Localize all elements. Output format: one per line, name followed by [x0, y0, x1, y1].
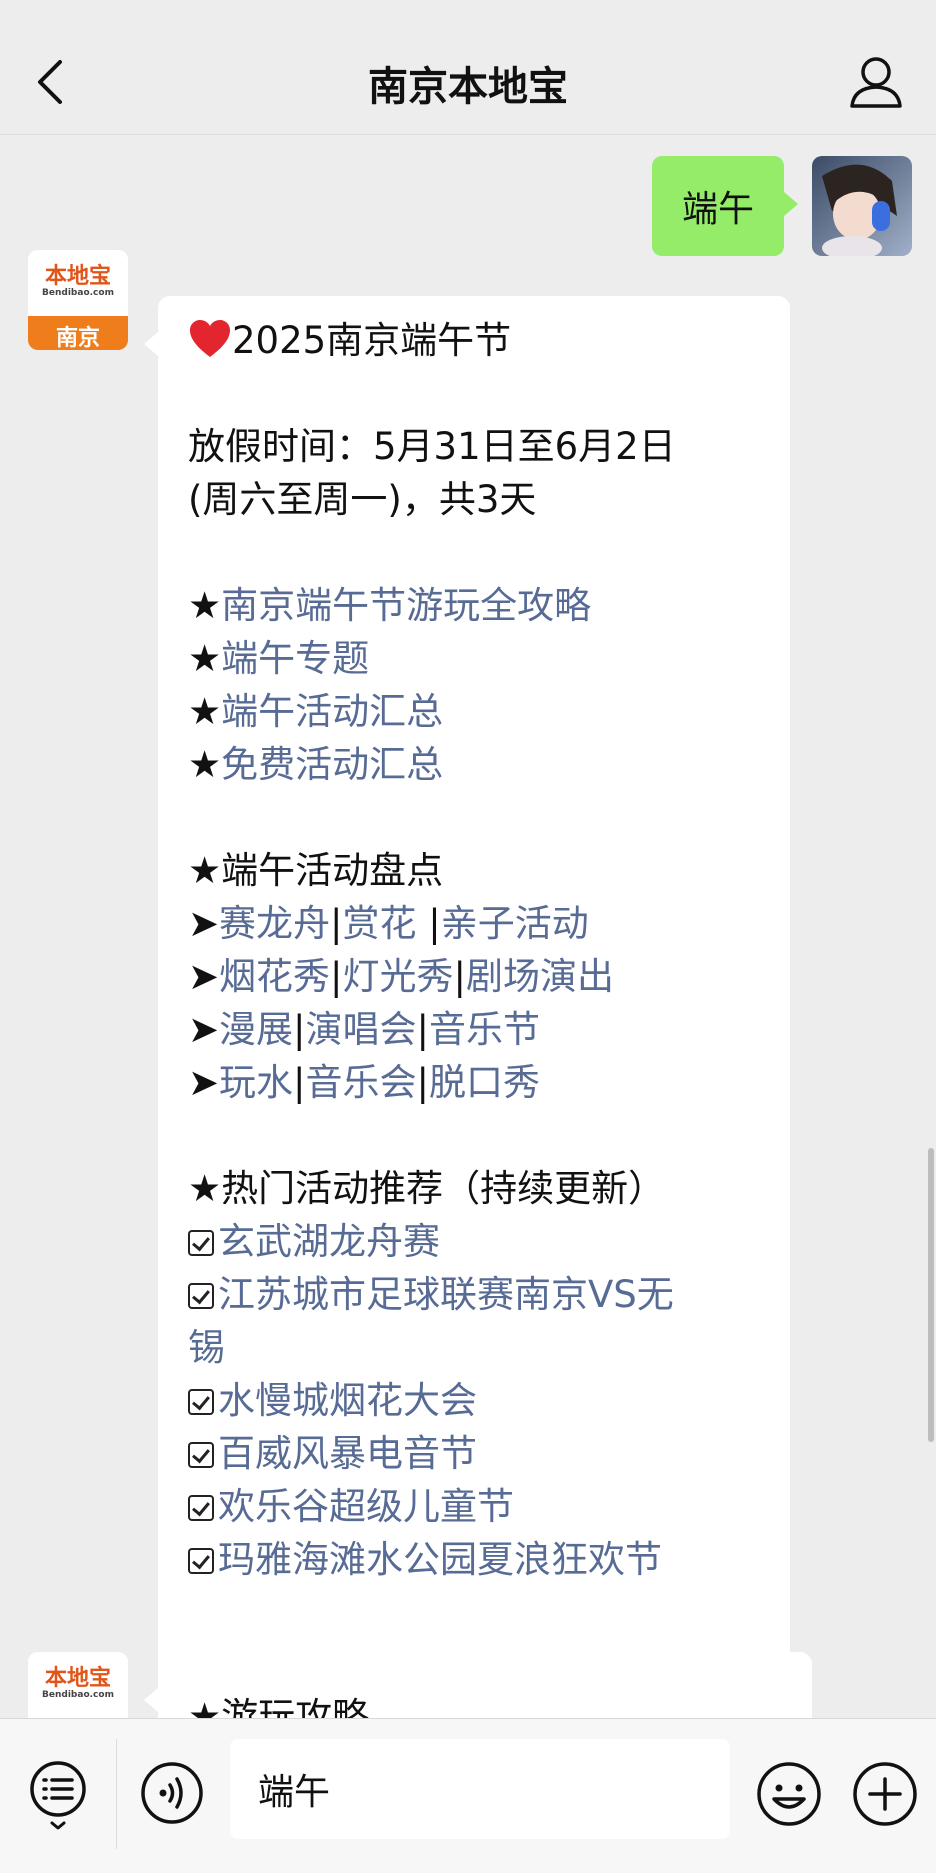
avatar-brand-text: 本地宝 [44, 1666, 111, 1691]
avatar-brand-text: 本地宝 [44, 264, 111, 289]
voice-button[interactable] [140, 1761, 204, 1825]
hot-item: 欢乐谷超级儿童节 [188, 1480, 764, 1533]
profile-button[interactable] [844, 50, 908, 114]
input-bar: 端午 [0, 1718, 936, 1873]
hot-item: 江苏城市足球联赛南京VS无 [188, 1268, 764, 1321]
activity-link[interactable]: 漫展 [219, 1008, 293, 1051]
avatar-city-text: 南京 [55, 326, 100, 350]
message-input-value: 端午 [258, 1772, 331, 1813]
checkbox-icon [188, 1389, 214, 1415]
plus-icon [853, 1762, 917, 1826]
activity-link[interactable]: 赏花 [342, 902, 428, 945]
star-icon: ★ [188, 1167, 222, 1210]
chat-scrollbar[interactable] [928, 1148, 934, 1442]
chat-area[interactable]: 端午 本地宝 Bendibao.com 南京 2025南京端午节 放假时间：5月… [0, 134, 936, 1718]
menu-button[interactable] [28, 1757, 88, 1831]
hot-item-wrap: 锡 [188, 1321, 764, 1374]
guide-item: ★端午专题 [188, 632, 764, 685]
arrow-icon: ➤ [188, 1008, 220, 1051]
hot-heading: 热门活动推荐（持续更新） [221, 1167, 666, 1210]
chat-header: 南京本地宝 [0, 0, 936, 135]
bot-message-bubble[interactable]: ★游玩攻略 [144, 1652, 812, 1718]
activity-link[interactable]: 音乐节 [429, 1008, 540, 1051]
hot-item: 百威风暴电音节 [188, 1427, 764, 1480]
activity-row: ➤漫展|演唱会|音乐节 [188, 1008, 540, 1051]
avatar-domain-text: Bendibao.com [42, 1690, 114, 1700]
message-title-line: 2025南京端午节 [188, 314, 764, 367]
activity-link[interactable]: 灯光秀 [342, 955, 453, 998]
guide-link[interactable]: 端午活动汇总 [221, 690, 443, 733]
checkbox-icon [188, 1442, 214, 1468]
message-title: 2025南京端午节 [232, 319, 512, 362]
activity-link[interactable]: 剧场演出 [466, 955, 614, 998]
bot-message-bubble[interactable]: 2025南京端午节 放假时间：5月31日至6月2日 (周六至周一)，共3天 ★南… [144, 296, 790, 1718]
guide-item: ★端午活动汇总 [188, 685, 764, 738]
message-title-line: ★游玩攻略 [188, 1690, 786, 1718]
activity-link[interactable]: 音乐会 [305, 1061, 416, 1104]
menu-icon [30, 1761, 86, 1830]
hot-item-link[interactable]: 百威风暴电音节 [218, 1432, 477, 1475]
guide-item: ★免费活动汇总 [188, 738, 764, 791]
hot-heading-line: ★热门活动推荐（持续更新） [188, 1162, 764, 1215]
hot-item: 水慢城烟花大会 [188, 1374, 764, 1427]
activity-link[interactable]: 烟花秀 [219, 955, 330, 998]
voice-icon [141, 1762, 203, 1824]
checkbox-icon [188, 1495, 214, 1521]
activity-link[interactable]: 演唱会 [305, 1008, 416, 1051]
holiday-line-2: (周六至周一)，共3天 [188, 478, 537, 521]
checkbox-icon [188, 1230, 214, 1256]
profile-icon [850, 57, 902, 108]
hot-item-link[interactable]: 玛雅海滩水公园夏浪狂欢节 [218, 1538, 662, 1581]
hot-item-link[interactable]: 水慢城烟花大会 [218, 1379, 477, 1422]
star-icon: ★ [188, 584, 222, 627]
message-input[interactable]: 端午 [230, 1739, 730, 1839]
guide-link[interactable]: 端午专题 [221, 637, 369, 680]
plus-button[interactable] [852, 1761, 918, 1827]
avatar-domain-text: Bendibao.com [42, 288, 114, 298]
checkbox-icon [188, 1548, 214, 1574]
activities-heading-line: ★端午活动盘点 [188, 844, 764, 897]
holiday-line-1: 放假时间：5月31日至6月2日 [188, 425, 676, 468]
checkbox-icon [188, 1283, 214, 1309]
hot-item-link[interactable]: 江苏城市足球联赛南京VS无 [218, 1273, 674, 1316]
arrow-icon: ➤ [188, 1061, 220, 1104]
emoji-button[interactable] [756, 1761, 822, 1827]
activity-row: ➤玩水|音乐会|脱口秀 [188, 1061, 540, 1104]
input-bar-divider [116, 1739, 117, 1849]
guide-link[interactable]: 免费活动汇总 [221, 743, 443, 786]
user-avatar[interactable] [812, 156, 912, 256]
hot-item-link[interactable]: 玄武湖龙舟赛 [218, 1220, 440, 1263]
guide-item: ★南京端午节游玩全攻略 [188, 579, 764, 632]
activities-heading: 端午活动盘点 [221, 849, 444, 892]
activity-row: ➤烟花秀|灯光秀|剧场演出 [188, 955, 614, 998]
hot-item-link[interactable]: 欢乐谷超级儿童节 [218, 1485, 514, 1528]
hot-item: 玄武湖龙舟赛 [188, 1215, 764, 1268]
activity-link[interactable]: 赛龙舟 [219, 902, 330, 945]
bendibao-avatar[interactable]: 本地宝 Bendibao.com 南京 [28, 250, 128, 350]
activity-link[interactable]: 脱口秀 [429, 1061, 540, 1104]
user-message-bubble[interactable]: 端午 [651, 156, 799, 256]
heart-icon [190, 320, 230, 357]
arrow-icon: ➤ [188, 902, 220, 945]
emoji-icon [757, 1762, 821, 1826]
activity-link[interactable]: 玩水 [219, 1061, 293, 1104]
bendibao-avatar[interactable]: 本地宝 Bendibao.com 南京 [28, 1652, 128, 1718]
star-icon: ★ [188, 637, 222, 680]
star-icon: ★ [188, 1695, 222, 1718]
guide-link[interactable]: 南京端午节游玩全攻略 [221, 584, 591, 627]
hot-item-link[interactable]: 锡 [188, 1326, 225, 1369]
hot-item: 玛雅海滩水公园夏浪狂欢节 [188, 1533, 764, 1586]
activity-link[interactable]: 亲子活动 [441, 902, 589, 945]
star-icon: ★ [188, 849, 222, 892]
star-icon: ★ [188, 743, 222, 786]
user-message-text: 端午 [681, 189, 754, 230]
activity-row: ➤赛龙舟|赏花 |亲子活动 [188, 902, 589, 945]
star-icon: ★ [188, 690, 222, 733]
arrow-icon: ➤ [188, 955, 220, 998]
chat-title: 南京本地宝 [368, 64, 568, 110]
message2-title: 游玩攻略 [221, 1695, 370, 1718]
